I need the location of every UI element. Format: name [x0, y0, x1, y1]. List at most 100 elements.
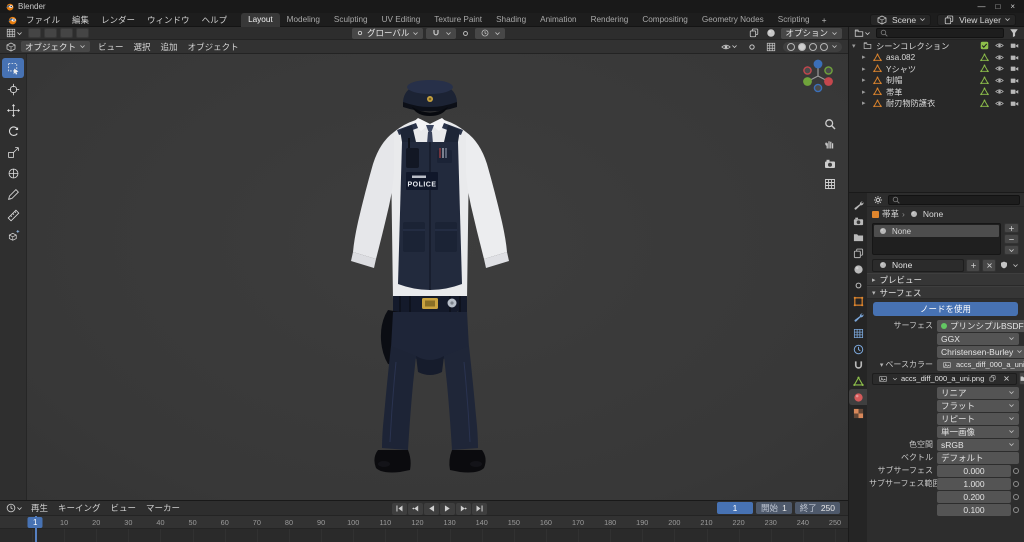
eye-icon[interactable] — [993, 41, 1006, 50]
viewport-menu-2[interactable]: 追加 — [156, 40, 183, 54]
properties-search-input[interactable] — [888, 194, 1020, 205]
color-space-dropdown[interactable]: sRGB — [937, 438, 1019, 451]
navigation-gizmo[interactable] — [798, 56, 838, 96]
timeline-editor-icon[interactable] — [4, 503, 25, 513]
outliner-search-input[interactable] — [876, 28, 1004, 38]
orientation-dropdown[interactable]: グローバル — [352, 27, 424, 39]
select-mode-new-button[interactable] — [44, 28, 57, 38]
viewport-menu-1[interactable]: 選択 — [129, 40, 156, 54]
new-material-button[interactable] — [966, 258, 980, 272]
properties-tab-tool[interactable] — [849, 197, 867, 213]
camera-icon[interactable] — [1008, 76, 1021, 85]
outliner-row-object[interactable]: ▸ 制帽 — [849, 75, 1024, 87]
material-slot-row[interactable]: None — [874, 225, 999, 237]
subsurface-method-dropdown[interactable]: Christensen-Burley — [937, 345, 1024, 358]
image-option-dropdown[interactable]: フラット — [937, 399, 1019, 412]
properties-tab-object[interactable] — [849, 293, 867, 309]
expand-arrow-icon[interactable]: ▸ — [862, 53, 869, 61]
tool-scale[interactable] — [2, 142, 24, 162]
breadcrumb-material[interactable]: None — [923, 209, 943, 219]
expand-arrow-icon[interactable]: ▸ — [862, 65, 869, 73]
camera-icon[interactable] — [1008, 87, 1021, 96]
outliner-row-object[interactable]: ▸ 帯革 — [849, 86, 1024, 98]
breadcrumb-object[interactable]: 帯革 — [882, 208, 899, 220]
scene-selector[interactable]: Scene — [869, 13, 932, 26]
active-tool-button[interactable] — [28, 28, 41, 38]
tool-rotate[interactable] — [2, 121, 24, 141]
workspace-tab-sculpting[interactable]: Sculpting — [327, 13, 375, 27]
minimize-button[interactable]: — — [977, 2, 985, 11]
workspace-tab-animation[interactable]: Animation — [533, 13, 583, 27]
filter-funnel-icon[interactable] — [1007, 28, 1021, 38]
shading-wireframe-button[interactable] — [787, 42, 795, 51]
chevron-down-icon[interactable] — [831, 43, 838, 50]
properties-tab-modifiers[interactable] — [849, 309, 867, 325]
properties-tab-scene[interactable] — [849, 261, 867, 277]
remove-slot-button[interactable] — [1004, 234, 1019, 244]
properties-tab-render[interactable] — [849, 213, 867, 229]
image-option-dropdown[interactable]: リニア — [937, 386, 1019, 399]
copy-icon[interactable] — [987, 375, 998, 382]
play-reverse-button[interactable] — [424, 502, 439, 515]
workspace-tab-modeling[interactable]: Modeling — [280, 13, 327, 27]
section-surface[interactable]: ▾ サーフェス — [867, 286, 1024, 299]
ortho-grid-icon[interactable] — [824, 178, 836, 190]
shader-dropdown[interactable]: プリンシプルBSDF — [937, 319, 1024, 332]
timeline-ruler[interactable]: 0102030405060708090100110120130140150160… — [0, 516, 848, 529]
close-button[interactable]: × — [1010, 2, 1015, 11]
properties-editor-icon[interactable] — [871, 195, 885, 205]
maximize-button[interactable]: □ — [995, 2, 1000, 11]
outliner-row-object[interactable]: ▸ 耐刃物防護衣 — [849, 98, 1024, 110]
workspace-tab-scripting[interactable]: Scripting — [771, 13, 817, 27]
chevron-down-icon[interactable] — [1012, 262, 1019, 269]
viewport-menu-3[interactable]: オブジェクト — [183, 40, 244, 54]
radius-slider[interactable]: 0.100 — [937, 503, 1011, 516]
viewport-3d[interactable]: POLICE — [27, 54, 848, 500]
slot-specials-button[interactable] — [1004, 245, 1019, 255]
workspace-tab-layout[interactable]: Layout — [241, 12, 280, 27]
timeline-menu-2[interactable]: ビュー — [106, 501, 142, 516]
editor-type-icon[interactable] — [4, 28, 25, 38]
workspace-tab-texture-paint[interactable]: Texture Paint — [427, 13, 489, 27]
keyframe-dot-icon[interactable] — [1013, 480, 1019, 487]
unlink-icon[interactable] — [1001, 375, 1012, 382]
eye-icon[interactable] — [993, 53, 1006, 62]
camera-icon[interactable] — [1008, 99, 1021, 108]
outliner-editor-icon[interactable] — [852, 28, 873, 38]
shading-rendered-button[interactable] — [820, 42, 828, 51]
image-option-dropdown[interactable]: 単一画像 — [937, 425, 1019, 438]
timeline-menu-3[interactable]: マーカー — [141, 501, 185, 516]
menubar-menu-1[interactable]: 編集 — [66, 13, 95, 27]
expand-arrow-icon[interactable]: ▾ — [852, 42, 859, 50]
add-workspace-button[interactable]: + — [817, 15, 832, 25]
properties-tab-output[interactable] — [849, 229, 867, 245]
camera-icon[interactable] — [1008, 41, 1021, 50]
workspace-tab-shading[interactable]: Shading — [489, 13, 533, 27]
pan-hand-icon[interactable] — [824, 138, 836, 150]
properties-tab-world[interactable] — [849, 277, 867, 293]
checkbox-icon[interactable] — [978, 41, 991, 50]
menubar-menu-2[interactable]: レンダー — [95, 13, 141, 27]
timeline-track[interactable] — [0, 529, 848, 542]
properties-tab-physics[interactable] — [849, 341, 867, 357]
fake-user-shield-icon[interactable] — [998, 261, 1010, 269]
frame-end-field[interactable]: 終了 250 — [794, 502, 840, 514]
menubar-menu-3[interactable]: ウィンドウ — [141, 13, 196, 27]
subsurface-slider[interactable]: 0.000 — [937, 464, 1011, 477]
jump-start-button[interactable] — [392, 502, 407, 515]
tool-transform[interactable] — [2, 163, 24, 183]
tool-annotate[interactable] — [2, 184, 24, 204]
zoom-icon[interactable] — [824, 118, 836, 130]
tool-cursor-3d[interactable] — [2, 79, 24, 99]
duplicate-icon[interactable] — [747, 28, 761, 38]
image-name-field[interactable]: accs_diff_000_a_uni.png — [872, 372, 1018, 385]
eye-icon[interactable] — [993, 87, 1006, 96]
jump-end-button[interactable] — [472, 502, 487, 515]
material-name-field[interactable]: None — [872, 258, 964, 272]
properties-tab-particles[interactable] — [849, 325, 867, 341]
proportional-editing-icon[interactable] — [459, 29, 472, 38]
workspace-tab-compositing[interactable]: Compositing — [635, 13, 695, 27]
prev-keyframe-button[interactable] — [408, 502, 423, 515]
shading-material-button[interactable] — [809, 42, 817, 51]
xray-icon[interactable] — [764, 42, 778, 52]
